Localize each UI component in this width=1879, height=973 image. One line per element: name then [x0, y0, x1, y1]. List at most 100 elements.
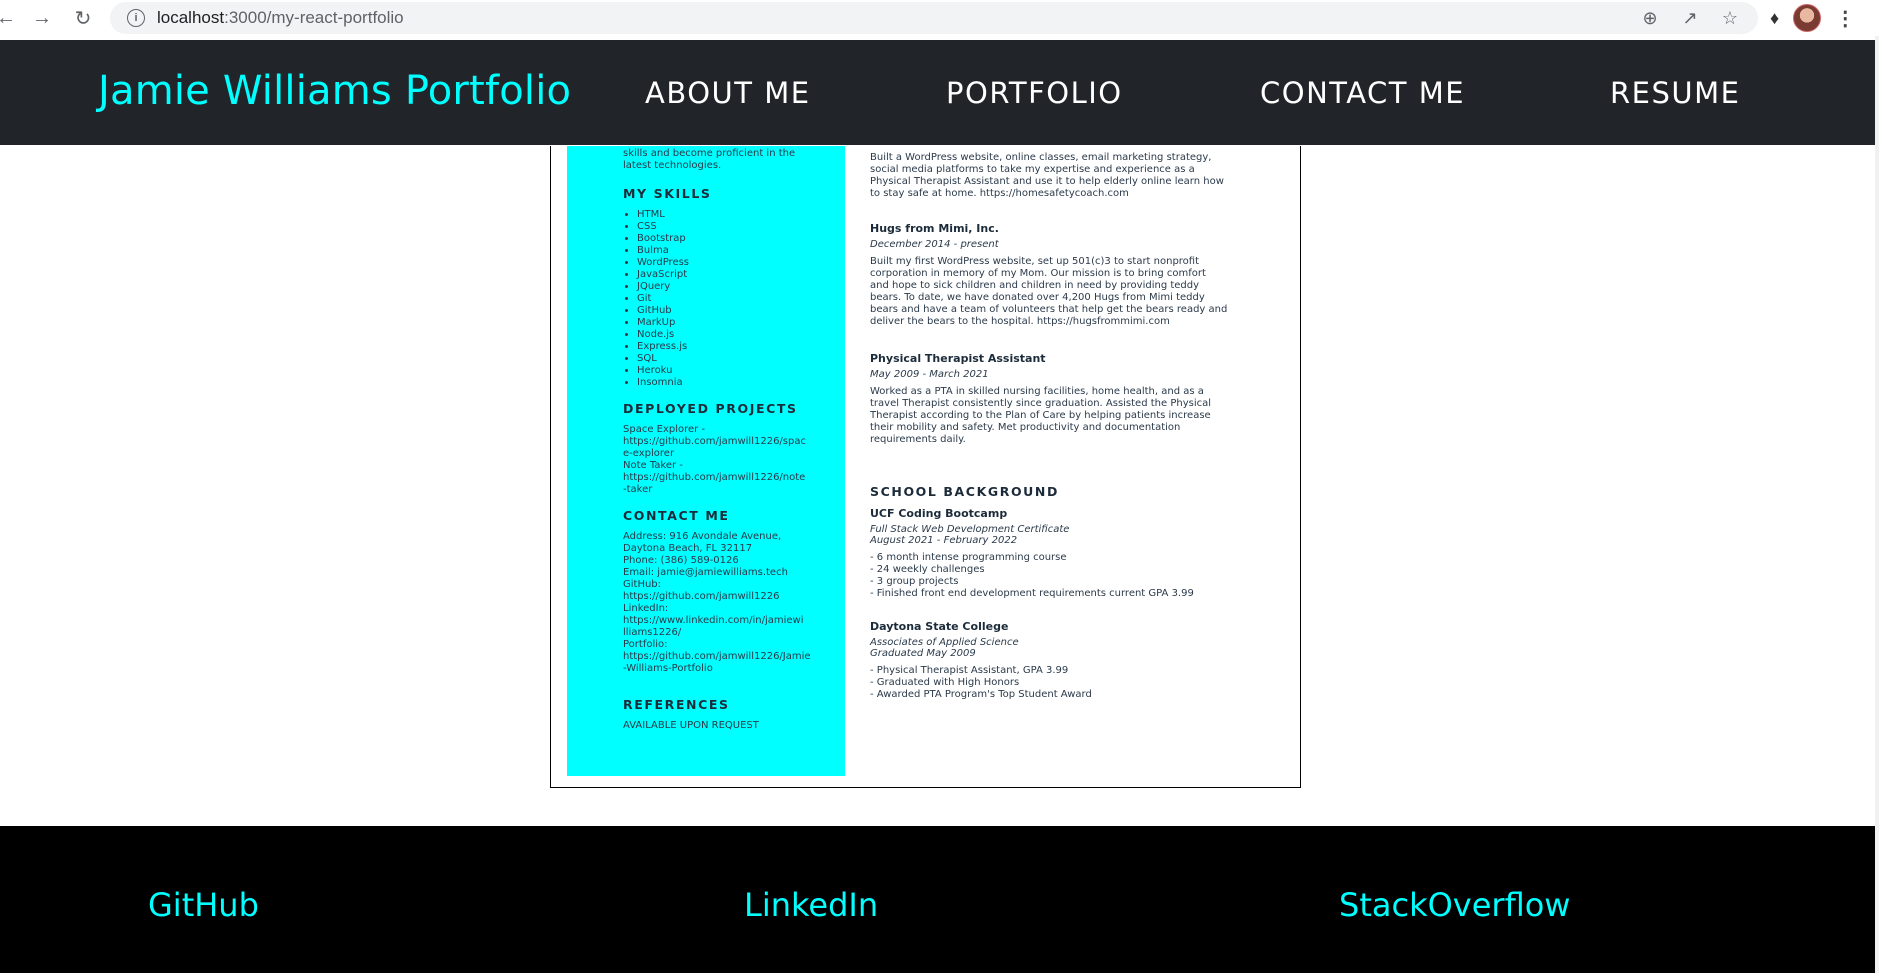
skill-item: Bootstrap [637, 233, 845, 245]
skills-heading: MY SKILLS [623, 186, 712, 201]
brand-title[interactable]: Jamie Williams Portfolio [98, 68, 571, 114]
skills-list: HTML CSS Bootstrap Bulma WordPress JavaS… [623, 209, 845, 389]
reload-icon[interactable]: ↻ [71, 6, 95, 30]
profile-avatar[interactable] [1793, 4, 1822, 32]
job-date: May 2009 - March 2021 [870, 369, 989, 380]
skill-item: JavaScript [637, 269, 845, 281]
url-text[interactable]: localhost:3000/my-react-portfolio [157, 8, 404, 28]
footer-github-link[interactable]: GitHub [148, 886, 259, 924]
project-line: https://github.com/jamwill1226/spac [623, 436, 806, 447]
desc-line: bears. To date, we have donated over 4,2… [870, 292, 1205, 303]
contact-line: https://www.linkedin.com/in/jamiewi [623, 615, 804, 626]
site-info-icon[interactable]: i [127, 9, 145, 27]
job-title: Physical Therapist Assistant [870, 352, 1046, 365]
skill-item: JQuery [637, 281, 845, 293]
job-entry: Physical Therapist Assistant May 2009 - … [870, 352, 1250, 446]
project-line: Note Taker - [623, 460, 683, 471]
page-scrollbar[interactable] [1875, 36, 1879, 973]
sidebar-intro-line: skills and become proficient in the [623, 148, 796, 159]
site-header: Jamie Williams Portfolio ABOUT ME PORTFO… [0, 40, 1875, 145]
contact-line: Email: jamie@jamiewilliams.tech [623, 567, 788, 578]
desc-line: corporation in memory of my Mom. Our mis… [870, 268, 1206, 279]
url-path: :3000/my-react-portfolio [224, 8, 404, 27]
project-line: https://github.com/jamwill1226/note [623, 472, 806, 483]
job-title: Hugs from Mimi, Inc. [870, 222, 999, 235]
contact-line: Daytona Beach, FL 32117 [623, 543, 753, 554]
school-heading: SCHOOL BACKGROUND [870, 484, 1059, 499]
desc-line: deliver the bears to the hospital. https… [870, 316, 1170, 327]
skill-item: Heroku [637, 365, 845, 377]
desc-line: and hope to sick children and children i… [870, 280, 1200, 291]
school-detail: Associates of Applied Science [870, 637, 1019, 648]
references-heading: REFERENCES [623, 697, 730, 712]
job-entry: Hugs from Mimi, Inc. December 2014 - pre… [870, 222, 1250, 328]
job-date: December 2014 - present [870, 239, 999, 250]
forward-icon[interactable]: → [30, 6, 54, 30]
school-items: - 6 month intense programming course - 2… [870, 552, 1250, 600]
desc-line: requirements daily. [870, 434, 966, 445]
school-item: - 3 group projects [870, 576, 959, 587]
job-description: Built a WordPress website, online classe… [870, 152, 1250, 200]
projects-heading: DEPLOYED PROJECTS [623, 401, 798, 416]
skill-item: CSS [637, 221, 845, 233]
resume-image: skills and become proficient in the late… [550, 146, 1301, 788]
nav-contact-me[interactable]: CONTACT ME [1260, 76, 1465, 110]
nav-about-me[interactable]: ABOUT ME [645, 76, 811, 110]
resume-main-column: Built a WordPress website, online classe… [870, 146, 1250, 701]
contact-line: Portfolio: [623, 639, 668, 650]
school-item: - 6 month intense programming course [870, 552, 1067, 563]
back-icon[interactable]: ← [0, 6, 18, 30]
sidebar-intro-line: latest technologies. [623, 160, 722, 171]
footer-stackoverflow-link[interactable]: StackOverflow [1339, 886, 1570, 924]
skill-item: HTML [637, 209, 845, 221]
school-name: UCF Coding Bootcamp [870, 507, 1008, 520]
skill-item: GitHub [637, 305, 845, 317]
nav-portfolio[interactable]: PORTFOLIO [946, 76, 1123, 110]
skill-item: Insomnia [637, 377, 845, 389]
project-line: -taker [623, 484, 653, 495]
school-detail: Full Stack Web Development Certificate [870, 524, 1070, 535]
skill-item: Express.js [637, 341, 845, 353]
references-text: AVAILABLE UPON REQUEST [623, 720, 759, 731]
job-description: Worked as a PTA in skilled nursing facil… [870, 386, 1250, 446]
school-entry: Daytona State College Associates of Appl… [870, 620, 1250, 701]
school-detail: August 2021 - February 2022 [870, 535, 1018, 546]
desc-line: bears and have a team of volunteers that… [870, 304, 1228, 315]
school-item: - Physical Therapist Assistant, GPA 3.99 [870, 665, 1069, 676]
bookmark-star-icon[interactable]: ☆ [1718, 6, 1742, 30]
school-item: - 24 weekly challenges [870, 564, 985, 575]
resume-sidebar: skills and become proficient in the late… [567, 146, 845, 776]
school-item: - Finished front end development require… [870, 588, 1194, 599]
contact-line: -Williams-Portfolio [623, 663, 713, 674]
desc-line: travel Therapist consistently since grad… [870, 398, 1212, 409]
desc-line: Built my first WordPress website, set up… [870, 256, 1200, 267]
projects-list: Space Explorer - https://github.com/jamw… [623, 424, 845, 496]
browser-menu-icon[interactable]: ⋮ [1835, 6, 1855, 31]
share-icon[interactable]: ↗ [1678, 6, 1702, 30]
skill-item: SQL [637, 353, 845, 365]
desc-line: their mobility and safety. Met productiv… [870, 422, 1181, 433]
skill-item: Node.js [637, 329, 845, 341]
footer-linkedin-link[interactable]: LinkedIn [744, 886, 878, 924]
desc-line: Therapist according to the Plan of Care … [870, 410, 1211, 421]
project-line: e-explorer [623, 448, 675, 459]
nav-resume[interactable]: RESUME [1610, 76, 1740, 110]
zoom-icon[interactable]: ⊕ [1638, 6, 1662, 30]
contact-heading: CONTACT ME [623, 508, 730, 523]
desc-line: Built a WordPress website, online classe… [870, 152, 1212, 163]
school-detail: Graduated May 2009 [870, 648, 976, 659]
project-line: Space Explorer - [623, 424, 706, 435]
skill-item: WordPress [637, 257, 845, 269]
desc-line: to stay safe at home. https://homesafety… [870, 188, 1129, 199]
skill-item: MarkUp [637, 317, 845, 329]
desc-line: social media platforms to take my expert… [870, 164, 1195, 175]
school-entry: UCF Coding Bootcamp Full Stack Web Devel… [870, 507, 1250, 600]
contact-line: Address: 916 Avondale Avenue, [623, 531, 782, 542]
sidebar-intro: skills and become proficient in the late… [623, 146, 845, 172]
browser-toolbar: ← → ↻ i localhost:3000/my-react-portfoli… [0, 0, 1879, 36]
job-description: Built my first WordPress website, set up… [870, 256, 1250, 328]
school-item: - Graduated with High Honors [870, 677, 1020, 688]
address-bar[interactable]: i localhost:3000/my-react-portfolio ⊕ ↗ … [110, 2, 1758, 34]
extensions-puzzle-icon[interactable]: ♦ [1770, 8, 1779, 29]
contact-line: https://github.com/jamwill1226/Jamie [623, 651, 811, 662]
